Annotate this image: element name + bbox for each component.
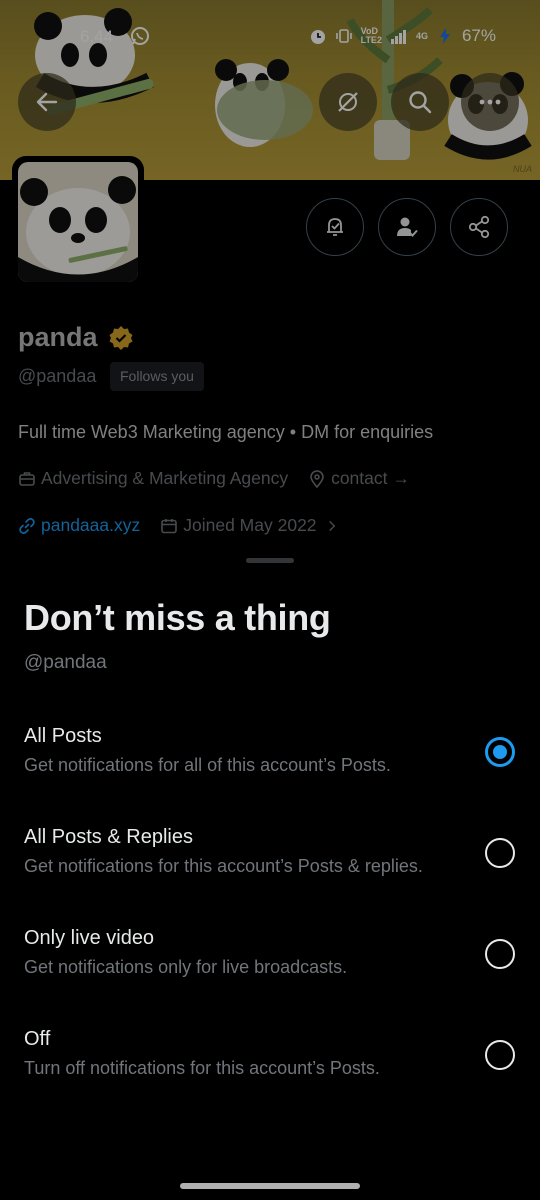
notification-settings-sheet: Don’t miss a thing @pandaa All Posts Get… bbox=[0, 545, 540, 1200]
location-icon bbox=[310, 469, 324, 488]
search-icon bbox=[409, 91, 432, 114]
option-title: Off bbox=[24, 1028, 51, 1050]
radio-all-posts-replies[interactable] bbox=[485, 838, 515, 868]
back-button[interactable] bbox=[18, 73, 76, 131]
option-description: Get notifications for all of this accoun… bbox=[24, 755, 391, 775]
notifications-button[interactable] bbox=[306, 198, 364, 256]
category-row: Advertising & Marketing Agency contact → bbox=[18, 468, 410, 489]
share-button[interactable] bbox=[450, 198, 508, 256]
status-time: 6.44 bbox=[80, 27, 114, 46]
chevron-right-icon[interactable] bbox=[325, 519, 339, 533]
calendar-icon bbox=[161, 518, 178, 533]
radio-only-live-video[interactable] bbox=[485, 939, 515, 969]
option-all-posts-replies[interactable]: All Posts & Replies Get notifications fo… bbox=[0, 826, 540, 916]
following-person-icon bbox=[397, 217, 418, 237]
option-title: All Posts & Replies bbox=[24, 826, 193, 848]
signal-icon bbox=[390, 30, 406, 44]
option-all-posts[interactable]: All Posts Get notifications for all of t… bbox=[0, 725, 540, 815]
follows-you-badge: Follows you bbox=[110, 362, 204, 391]
network-indicator: VoD LTE2 bbox=[361, 27, 382, 45]
more-button[interactable] bbox=[461, 73, 519, 131]
following-button[interactable] bbox=[378, 198, 436, 256]
status-bar: 6.44 VoD LTE2 4G 67% bbox=[0, 0, 540, 72]
profile-handle: @pandaa bbox=[18, 366, 97, 386]
sheet-drag-handle[interactable] bbox=[246, 558, 294, 563]
sheet-title: Don’t miss a thing bbox=[24, 597, 331, 638]
verified-badge-icon[interactable] bbox=[108, 325, 134, 351]
battery-percent: 67% bbox=[461, 26, 496, 45]
more-icon bbox=[479, 99, 501, 105]
radio-all-posts[interactable] bbox=[485, 737, 515, 767]
signal-type-label: 4G bbox=[415, 30, 428, 41]
grok-button[interactable] bbox=[319, 73, 377, 131]
whatsapp-icon bbox=[131, 27, 149, 45]
sheet-handle: @pandaa bbox=[24, 652, 107, 673]
home-indicator[interactable] bbox=[180, 1183, 360, 1189]
banner-signature: NUA bbox=[512, 164, 532, 174]
website-link[interactable]: pandaaa.xyz bbox=[41, 515, 140, 536]
briefcase-icon bbox=[19, 471, 35, 486]
search-button[interactable] bbox=[391, 73, 449, 131]
network-bottom-label: LTE2 bbox=[360, 35, 382, 45]
joined-date: Joined May 2022 bbox=[183, 515, 317, 535]
option-description: Get notifications only for live broadcas… bbox=[24, 957, 348, 977]
links-row: pandaaa.xyz Joined May 2022 bbox=[18, 515, 344, 536]
option-title: Only live video bbox=[24, 927, 155, 949]
grok-icon bbox=[338, 92, 358, 112]
link-icon bbox=[19, 517, 35, 534]
charging-icon bbox=[439, 28, 450, 44]
notification-bell-icon bbox=[327, 218, 343, 236]
share-icon bbox=[468, 215, 490, 239]
radio-off[interactable] bbox=[485, 1040, 515, 1070]
avatar-image bbox=[18, 162, 138, 282]
contact-link[interactable]: contact → bbox=[331, 468, 410, 489]
option-only-live-video[interactable]: Only live video Get notifications only f… bbox=[0, 927, 540, 1017]
option-description: Turn off notifications for this account’… bbox=[24, 1058, 380, 1078]
option-description: Get notifications for this account’s Pos… bbox=[24, 856, 423, 876]
vibrate-icon bbox=[335, 29, 352, 43]
avatar[interactable] bbox=[12, 156, 144, 288]
profile-category: Advertising & Marketing Agency bbox=[41, 468, 289, 488]
back-arrow-icon bbox=[36, 92, 58, 112]
alarm-icon bbox=[310, 30, 325, 44]
option-title: All Posts bbox=[24, 725, 102, 747]
profile-bio: Full time Web3 Marketing agency • DM for… bbox=[18, 422, 434, 442]
option-off[interactable]: Off Turn off notifications for this acco… bbox=[0, 1028, 540, 1118]
profile-name: panda bbox=[18, 322, 98, 352]
